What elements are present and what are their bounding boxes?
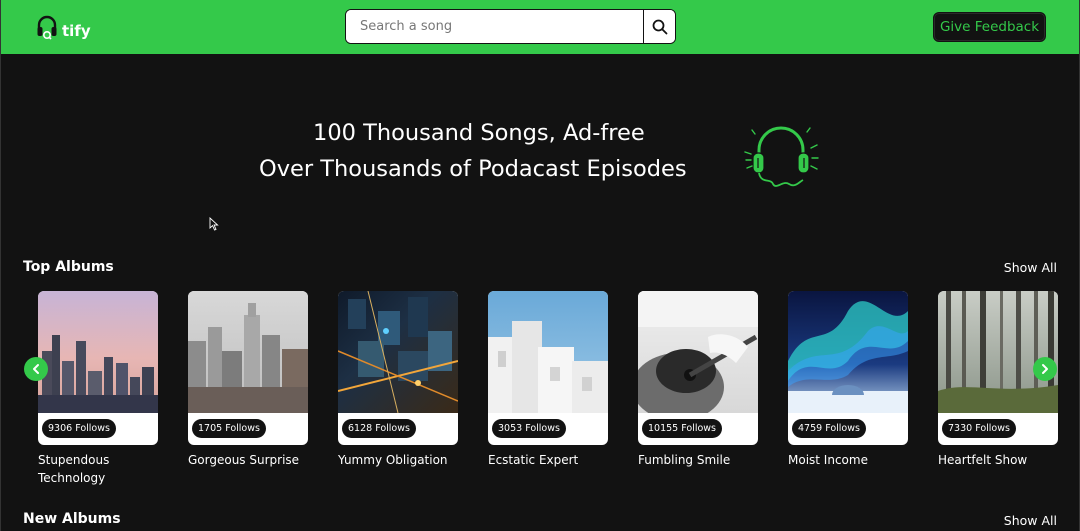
- follows-badge: 3053 Follows: [492, 419, 566, 438]
- search-icon: [652, 19, 667, 34]
- carousel-prev-button[interactable]: [24, 357, 48, 381]
- follows-badge: 4759 Follows: [792, 419, 866, 438]
- album-cover: [938, 291, 1058, 413]
- give-feedback-button[interactable]: Give Feedback: [933, 12, 1046, 42]
- album-cover: [788, 291, 908, 413]
- chevron-left-icon: [33, 364, 39, 374]
- album-card[interactable]: 3053 Follows Ecstatic Expert: [488, 291, 608, 469]
- album-cover-art: [338, 291, 458, 413]
- new-albums-title: New Albums: [23, 511, 121, 527]
- album-title: Fumbling Smile: [638, 453, 731, 467]
- album-card-box: 6128 Follows: [338, 291, 458, 445]
- album-cover-art: [638, 291, 758, 413]
- album-title: Yummy Obligation: [338, 453, 448, 467]
- album-card[interactable]: 6128 Follows Yummy Obligation: [338, 291, 458, 469]
- album-card-box: 10155 Follows: [638, 291, 758, 445]
- album-cover: [38, 291, 158, 413]
- album-cover-art: [788, 301, 908, 413]
- album-cover: [188, 291, 308, 413]
- album-card-box: 9306 Follows: [38, 291, 158, 445]
- album-cover: [488, 291, 608, 413]
- search-bar: [345, 9, 676, 44]
- follows-badge: 6128 Follows: [342, 419, 416, 438]
- top-albums-carousel: 9306 Follows Stupendous Technology 1705 …: [1, 291, 1079, 491]
- navbar: tify Give Feedback: [1, 0, 1079, 54]
- chevron-right-icon: [1042, 364, 1048, 374]
- album-cover-art: [38, 335, 158, 413]
- album-title: Ecstatic Expert: [488, 453, 579, 467]
- follows-badge: 7330 Follows: [942, 419, 1016, 438]
- hero-headline-2: Over Thousands of Podacast Episodes: [259, 156, 687, 182]
- album-card[interactable]: 4759 Follows Moist Income: [788, 291, 908, 469]
- app-frame: tify Give Feedback 100 Thousand Songs, A…: [0, 0, 1080, 531]
- album-card[interactable]: 1705 Follows Gorgeous Surprise: [188, 291, 308, 469]
- mouse-cursor-icon: [209, 217, 219, 231]
- hero-banner: 100 Thousand Songs, Ad-free Over Thousan…: [1, 54, 1079, 244]
- album-cover-art: [188, 303, 308, 413]
- top-albums-title: Top Albums: [23, 259, 114, 275]
- logo-text: tify: [62, 22, 91, 40]
- album-cover: [638, 291, 758, 413]
- album-card-box: 4759 Follows: [788, 291, 908, 445]
- follows-badge: 9306 Follows: [42, 419, 116, 438]
- album-title: Gorgeous Surprise: [188, 453, 300, 467]
- album-title: Stupendous Technology: [38, 453, 110, 485]
- album-card-box: 3053 Follows: [488, 291, 608, 445]
- album-card-box: 1705 Follows: [188, 291, 308, 445]
- new-albums-show-all[interactable]: Show All: [1004, 513, 1057, 528]
- hero-headline-1: 100 Thousand Songs, Ad-free: [313, 120, 645, 146]
- album-title: Heartfelt Show: [938, 453, 1028, 467]
- album-cover-art: [938, 291, 1058, 413]
- album-cover: [338, 291, 458, 413]
- search-button[interactable]: [643, 10, 675, 43]
- carousel-next-button[interactable]: [1033, 357, 1057, 381]
- follows-badge: 1705 Follows: [192, 419, 266, 438]
- logo[interactable]: tify: [36, 12, 96, 42]
- headphones-icon: [744, 126, 819, 187]
- album-card[interactable]: 9306 Follows Stupendous Technology: [38, 291, 158, 487]
- top-albums-show-all[interactable]: Show All: [1004, 260, 1057, 275]
- search-input[interactable]: [346, 10, 643, 43]
- follows-badge: 10155 Follows: [642, 419, 722, 438]
- album-cover-art: [488, 321, 608, 413]
- album-title: Moist Income: [788, 453, 868, 467]
- album-card[interactable]: 10155 Follows Fumbling Smile: [638, 291, 758, 469]
- headphones-logo-icon: [37, 15, 57, 40]
